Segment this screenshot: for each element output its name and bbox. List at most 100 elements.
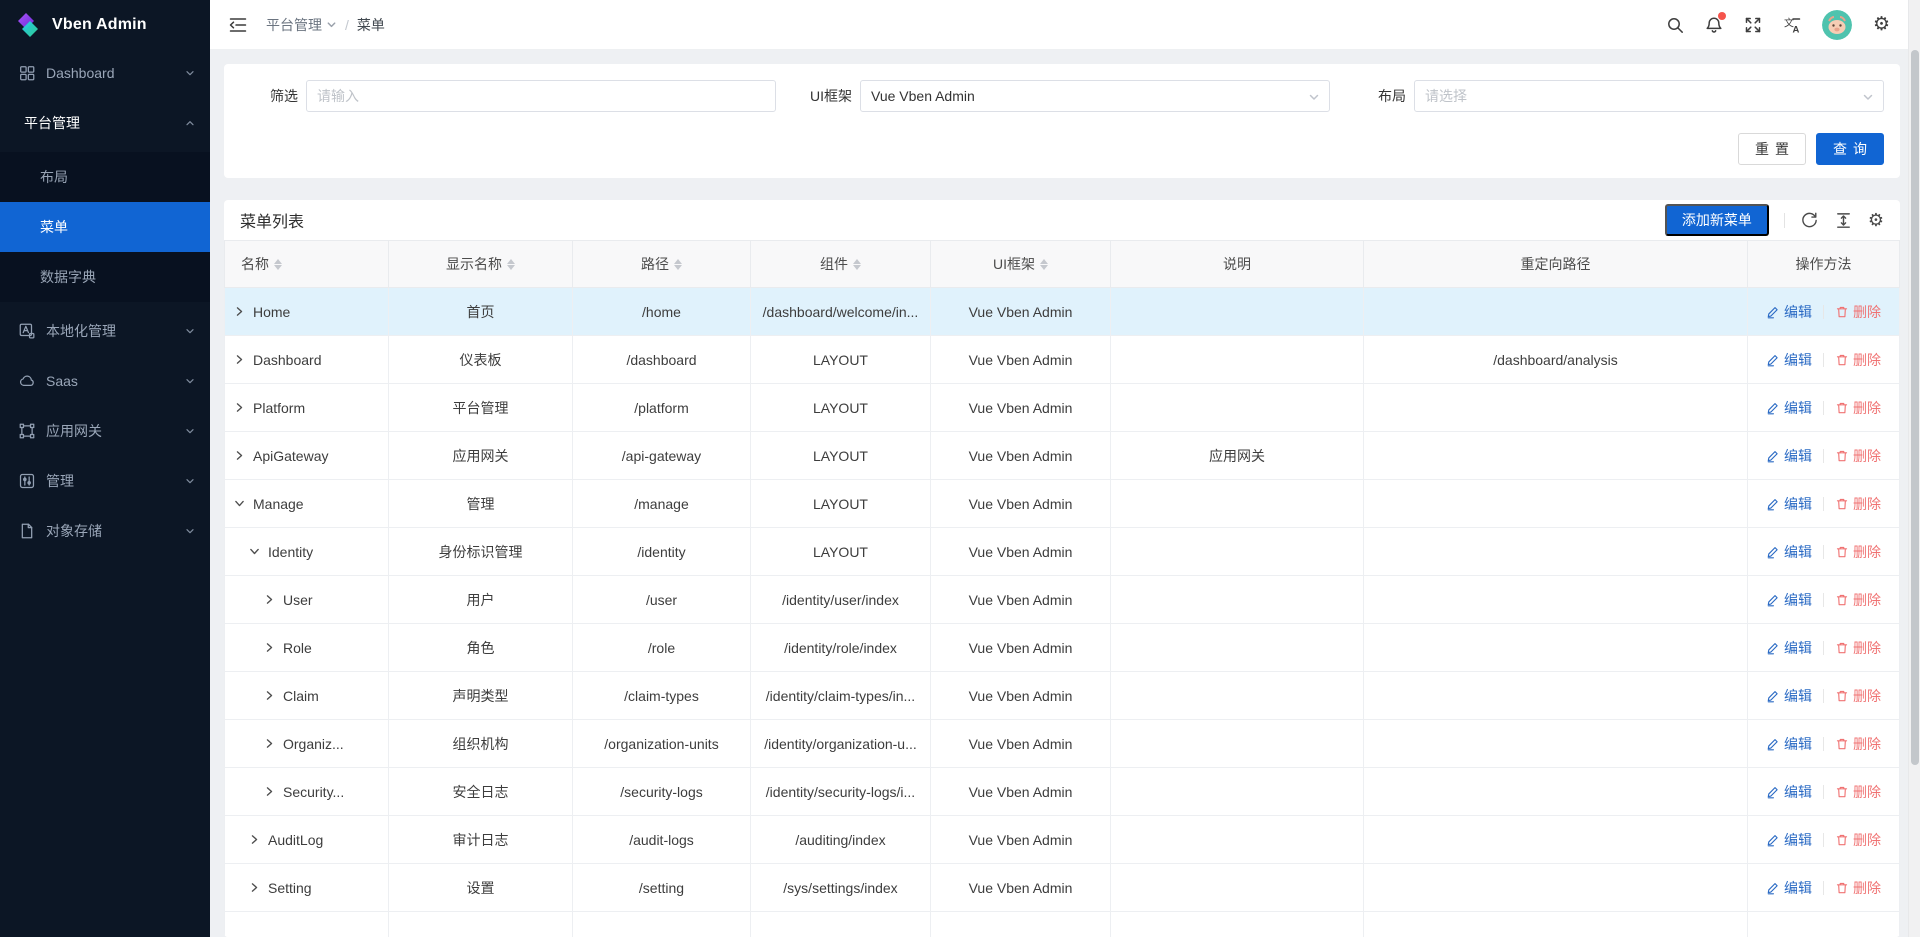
refresh-icon[interactable] <box>1800 211 1819 230</box>
sidebar-item-应用网关[interactable]: 应用网关 <box>0 410 210 452</box>
layout-select[interactable]: 请选择 <box>1414 80 1884 112</box>
delete-button[interactable]: 删除 <box>1835 494 1881 514</box>
cell-actions: 编辑 删除 <box>1748 864 1900 912</box>
brand-logo[interactable]: Vben Admin <box>0 0 210 50</box>
delete-button[interactable]: 删除 <box>1835 734 1881 754</box>
column-header-显示名称[interactable]: 显示名称 <box>389 241 573 288</box>
expand-chevron-icon[interactable] <box>233 401 246 414</box>
delete-button[interactable]: 删除 <box>1835 830 1881 850</box>
sort-caret-icon <box>1040 259 1048 270</box>
expand-chevron-icon[interactable] <box>263 641 276 654</box>
expand-chevron-icon[interactable] <box>263 689 276 702</box>
edit-button[interactable]: 编辑 <box>1766 638 1812 658</box>
reset-button[interactable]: 重置 <box>1738 133 1806 165</box>
sidebar-fold-icon[interactable] <box>228 15 248 35</box>
row-height-icon[interactable] <box>1834 211 1853 230</box>
cell-path: /dashboard <box>573 336 751 384</box>
cell-display-name: 安全日志 <box>389 768 573 816</box>
delete-button[interactable]: 删除 <box>1835 446 1881 466</box>
delete-button[interactable]: 删除 <box>1835 350 1881 370</box>
cell-path: /organization-units <box>573 720 751 768</box>
expand-chevron-icon[interactable] <box>233 497 246 510</box>
cell-actions: 编辑 删除 <box>1748 720 1900 768</box>
chevron-down-icon <box>184 375 196 387</box>
svg-text:A: A <box>1792 24 1799 34</box>
edit-button[interactable]: 编辑 <box>1766 830 1812 850</box>
sidebar-item-菜单[interactable]: 菜单 <box>0 202 210 252</box>
scrollbar-thumb[interactable] <box>1911 50 1919 765</box>
expand-chevron-icon[interactable] <box>233 449 246 462</box>
cell-name: Setting <box>225 864 389 912</box>
notification-bell-icon[interactable] <box>1705 16 1723 34</box>
ui-framework-select[interactable]: Vue Vben Admin <box>860 80 1330 112</box>
user-avatar[interactable] <box>1822 10 1852 40</box>
expand-chevron-icon[interactable] <box>233 353 246 366</box>
add-menu-button[interactable]: 添加新菜单 <box>1665 204 1769 236</box>
expand-chevron-icon[interactable] <box>263 785 276 798</box>
expand-chevron-icon[interactable] <box>263 737 276 750</box>
delete-button[interactable]: 删除 <box>1835 686 1881 706</box>
edit-button[interactable]: 编辑 <box>1766 302 1812 322</box>
cell-component: LAYOUT <box>751 432 931 480</box>
edit-button[interactable]: 编辑 <box>1766 350 1812 370</box>
menu-table-card: 菜单列表 添加新菜单 ⚙ <box>224 200 1900 937</box>
edit-button[interactable]: 编辑 <box>1766 398 1812 418</box>
expand-chevron-icon[interactable] <box>248 881 261 894</box>
action-divider <box>1823 833 1824 847</box>
column-header-说明: 说明 <box>1111 241 1364 288</box>
sidebar-item-Dashboard[interactable]: Dashboard <box>0 52 210 94</box>
cell-description <box>1111 720 1364 768</box>
edit-button[interactable]: 编辑 <box>1766 494 1812 514</box>
column-header-UI框架[interactable]: UI框架 <box>931 241 1111 288</box>
expand-chevron-icon[interactable] <box>248 833 261 846</box>
breadcrumb-parent[interactable]: 平台管理 <box>266 15 337 35</box>
expand-chevron-icon[interactable] <box>263 593 276 606</box>
edit-button[interactable]: 编辑 <box>1766 878 1812 898</box>
column-label: 操作方法 <box>1796 254 1852 274</box>
cell-ui-framework: Vue Vben Admin <box>931 816 1111 864</box>
delete-button[interactable]: 删除 <box>1835 542 1881 562</box>
sidebar-item-Saas[interactable]: Saas <box>0 360 210 402</box>
sidebar-item-管理[interactable]: 管理 <box>0 460 210 502</box>
fullscreen-icon[interactable] <box>1744 16 1762 34</box>
delete-button[interactable]: 删除 <box>1835 590 1881 610</box>
delete-button[interactable]: 删除 <box>1835 398 1881 418</box>
query-button[interactable]: 查询 <box>1816 133 1884 165</box>
settings-gear-icon[interactable]: ⚙ <box>1873 16 1890 34</box>
search-icon[interactable] <box>1666 16 1684 34</box>
row-name: Manage <box>253 496 304 512</box>
delete-button[interactable]: 删除 <box>1835 638 1881 658</box>
delete-button[interactable]: 删除 <box>1835 302 1881 322</box>
sidebar-item-对象存储[interactable]: 对象存储 <box>0 510 210 552</box>
cell-description <box>1111 816 1364 864</box>
cell-component: LAYOUT <box>751 528 931 576</box>
edit-button[interactable]: 编辑 <box>1766 734 1812 754</box>
expand-chevron-icon[interactable] <box>233 305 246 318</box>
sidebar-item-本地化管理[interactable]: 本地化管理 <box>0 310 210 352</box>
edit-button[interactable]: 编辑 <box>1766 590 1812 610</box>
sidebar-group-平台管理[interactable]: 平台管理 <box>0 102 210 144</box>
edit-button[interactable]: 编辑 <box>1766 446 1812 466</box>
delete-button[interactable]: 删除 <box>1835 878 1881 898</box>
edit-button[interactable]: 编辑 <box>1766 686 1812 706</box>
column-header-路径[interactable]: 路径 <box>573 241 751 288</box>
sidebar-item-数据字典[interactable]: 数据字典 <box>0 252 210 302</box>
filter-label: 筛选 <box>240 86 298 106</box>
cell-redirect-path <box>1364 288 1748 336</box>
keyword-input[interactable] <box>317 88 765 104</box>
filter-keyword-input[interactable] <box>306 80 776 112</box>
table-row: Manage管理/manageLAYOUTVue Vben Admin编辑删除 <box>225 480 1900 528</box>
cell-display-name: 组织机构 <box>389 720 573 768</box>
cell-name: ApiGateway <box>225 432 389 480</box>
table-header: 名称显示名称路径组件UI框架说明重定向路径操作方法 <box>225 241 1900 288</box>
delete-button[interactable]: 删除 <box>1835 782 1881 802</box>
expand-chevron-icon[interactable] <box>248 545 261 558</box>
edit-button[interactable]: 编辑 <box>1766 542 1812 562</box>
sidebar-item-布局[interactable]: 布局 <box>0 152 210 202</box>
edit-button[interactable]: 编辑 <box>1766 782 1812 802</box>
column-header-名称[interactable]: 名称 <box>225 241 389 288</box>
column-header-组件[interactable]: 组件 <box>751 241 931 288</box>
table-settings-gear-icon[interactable]: ⚙ <box>1868 211 1884 230</box>
table-row: AuditLog审计日志/audit-logs/auditing/indexVu… <box>225 816 1900 864</box>
translate-icon[interactable]: 文A <box>1783 16 1801 34</box>
